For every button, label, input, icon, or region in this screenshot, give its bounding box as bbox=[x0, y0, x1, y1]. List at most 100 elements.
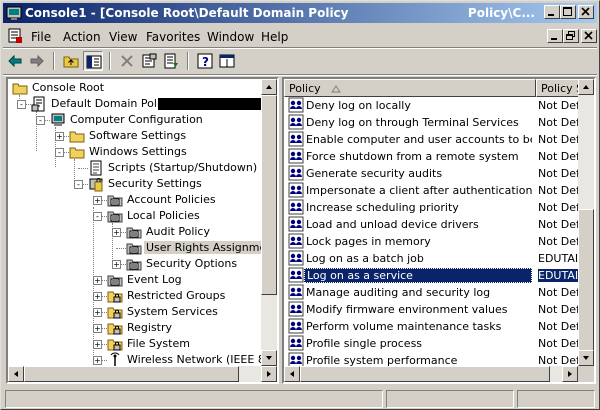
list-scroll-up-button[interactable] bbox=[578, 79, 594, 95]
expand-toggle[interactable]: + bbox=[55, 132, 64, 141]
forward-button[interactable] bbox=[27, 51, 47, 71]
policy-row[interactable]: Modify firmware environment values Not De… bbox=[284, 301, 580, 318]
properties-button[interactable] bbox=[139, 51, 159, 71]
expand-toggle[interactable]: + bbox=[93, 356, 102, 365]
tree-scroll-up-button[interactable] bbox=[261, 79, 277, 95]
policy-row[interactable]: Enable computer and user accounts to be … bbox=[284, 131, 580, 148]
tree-scroll-left-button[interactable] bbox=[8, 366, 24, 382]
child-minimize-button[interactable] bbox=[547, 29, 563, 43]
policy-row[interactable]: Manage auditing and security log Not Defi… bbox=[284, 284, 580, 301]
console-child-icon[interactable] bbox=[7, 28, 23, 44]
list-horizontal-scrollbar[interactable] bbox=[284, 366, 578, 382]
menu-view[interactable]: View bbox=[109, 30, 137, 44]
expand-toggle[interactable]: + bbox=[93, 276, 102, 285]
child-close-button[interactable] bbox=[581, 29, 597, 43]
menu-help[interactable]: Help bbox=[261, 30, 288, 44]
tree-node-console-root[interactable]: Console Root bbox=[8, 80, 263, 96]
menu-window[interactable]: Window bbox=[207, 30, 254, 44]
expand-toggle[interactable]: + bbox=[112, 260, 121, 269]
tree-hscroll-thumb[interactable] bbox=[24, 366, 239, 382]
tree-scroll-right-button[interactable] bbox=[261, 366, 277, 382]
menu-action[interactable]: Action bbox=[63, 30, 101, 44]
collapse-toggle[interactable]: - bbox=[55, 148, 64, 157]
toolbar-separator-line bbox=[3, 74, 597, 76]
tree-node-event-log[interactable]: + Event Log bbox=[8, 272, 263, 288]
maximize-button[interactable] bbox=[560, 5, 576, 19]
policy-setting: Not Defin bbox=[538, 337, 580, 350]
list-scroll-right-button[interactable] bbox=[562, 366, 578, 382]
policy-row[interactable]: Force shutdown from a remote system Not D… bbox=[284, 148, 580, 165]
list-hscroll-thumb[interactable] bbox=[300, 366, 550, 382]
tree-node-security-options[interactable]: + Security Options bbox=[8, 256, 263, 272]
tree-node-registry[interactable]: + Registry bbox=[8, 320, 263, 336]
restore-icon bbox=[566, 31, 575, 40]
expand-toggle[interactable]: + bbox=[93, 292, 102, 301]
policy-row[interactable]: Lock pages in memory Not Defin bbox=[284, 233, 580, 250]
tree-node-scripts-startup-shutdown[interactable]: Scripts (Startup/Shutdown) bbox=[8, 160, 263, 176]
tree-vertical-scrollbar[interactable] bbox=[261, 79, 277, 366]
policy-row[interactable]: Profile single process Not Defin bbox=[284, 335, 580, 352]
user-right-policy-icon bbox=[288, 301, 304, 317]
expand-toggle[interactable]: + bbox=[93, 340, 102, 349]
details-pane[interactable]: Policy Policy Se Deny log on locally Not … bbox=[282, 77, 596, 384]
list-scroll-left-button[interactable] bbox=[284, 366, 300, 382]
menu-favorites[interactable]: Favorites bbox=[146, 30, 200, 44]
user-right-policy-icon bbox=[288, 131, 304, 147]
policy-row[interactable]: Log on as a batch job EDUTAIN bbox=[284, 250, 580, 267]
toolbar-separator bbox=[109, 52, 111, 70]
tree-node-security-settings[interactable]: - Security Settings bbox=[8, 176, 263, 192]
policy-row[interactable]: Log on as a service EDUTAIN bbox=[284, 267, 580, 284]
back-button[interactable] bbox=[5, 51, 25, 71]
list-scroll-down-button[interactable] bbox=[578, 350, 594, 366]
tree-node-windows-settings[interactable]: - Windows Settings bbox=[8, 144, 263, 160]
policy-row[interactable]: Generate security audits Not Defin bbox=[284, 165, 580, 182]
tree-node-user-rights-assignment[interactable]: User Rights Assignment bbox=[8, 240, 263, 256]
policy-row[interactable]: Impersonate a client after authenticatio… bbox=[284, 182, 580, 199]
collapse-toggle[interactable]: - bbox=[17, 100, 26, 109]
tree-node-software-settings[interactable]: + Software Settings bbox=[8, 128, 263, 144]
collapse-toggle[interactable]: - bbox=[93, 212, 102, 221]
mmc-app-icon[interactable] bbox=[6, 5, 22, 21]
menu-file[interactable]: File bbox=[31, 30, 51, 44]
tree-node-file-system[interactable]: + File System bbox=[8, 336, 263, 352]
minimize-button[interactable] bbox=[544, 5, 560, 19]
console-tree-pane[interactable]: Console Root - Default Domain Policy - Compu… bbox=[6, 77, 279, 384]
collapse-toggle[interactable]: - bbox=[74, 180, 83, 189]
policy-name: Lock pages in memory bbox=[306, 235, 431, 248]
policy-row[interactable]: Perform volume maintenance tasks Not Defi… bbox=[284, 318, 580, 335]
close-button[interactable] bbox=[578, 5, 594, 19]
expand-toggle[interactable]: + bbox=[93, 196, 102, 205]
policy-folder-icon bbox=[126, 243, 142, 255]
help-button[interactable]: ? bbox=[195, 51, 215, 71]
collapse-toggle[interactable]: - bbox=[36, 116, 45, 125]
policy-row[interactable]: Increase scheduling priority Not Defin bbox=[284, 199, 580, 216]
export-list-button[interactable] bbox=[161, 51, 181, 71]
tree-scroll-down-button[interactable] bbox=[261, 350, 277, 366]
title-bar[interactable]: Console1 - [Console Root\Default Domain … bbox=[3, 3, 597, 23]
policy-row[interactable]: Load and unload device drivers Not Defin bbox=[284, 216, 580, 233]
tree-node-system-services[interactable]: + System Services bbox=[8, 304, 263, 320]
tree-node-audit-policy[interactable]: + Audit Policy bbox=[8, 224, 263, 240]
tree-horizontal-scrollbar[interactable] bbox=[8, 366, 277, 382]
tree-node-local-policies[interactable]: - Local Policies bbox=[8, 208, 263, 224]
list-scroll-thumb[interactable] bbox=[578, 209, 594, 351]
up-one-level-button[interactable] bbox=[61, 51, 81, 71]
policy-name: Load and unload device drivers bbox=[306, 218, 479, 231]
expand-toggle[interactable]: + bbox=[112, 228, 121, 237]
show-hide-tree-button[interactable] bbox=[83, 51, 103, 71]
delete-button[interactable] bbox=[117, 51, 137, 71]
policy-row[interactable]: Deny log on locally Not Defin bbox=[284, 97, 580, 114]
tree-node-computer-configuration[interactable]: - Computer Configuration bbox=[8, 112, 263, 128]
column-header-policy[interactable]: Policy bbox=[284, 79, 536, 97]
tree-scroll-thumb[interactable] bbox=[261, 95, 277, 295]
expand-toggle[interactable]: + bbox=[93, 308, 102, 317]
show-hide-action-pane-button[interactable] bbox=[217, 51, 237, 71]
tree-node-restricted-groups[interactable]: + Restricted Groups bbox=[8, 288, 263, 304]
tree-node-account-policies[interactable]: + Account Policies bbox=[8, 192, 263, 208]
expand-toggle[interactable]: + bbox=[93, 324, 102, 333]
tree-node-label: Restricted Groups bbox=[127, 289, 226, 302]
child-restore-button[interactable] bbox=[563, 29, 579, 43]
list-vertical-scrollbar[interactable] bbox=[578, 79, 594, 366]
tree-node-label: Registry bbox=[127, 321, 173, 334]
policy-row[interactable]: Deny log on through Terminal Services Not… bbox=[284, 114, 580, 131]
